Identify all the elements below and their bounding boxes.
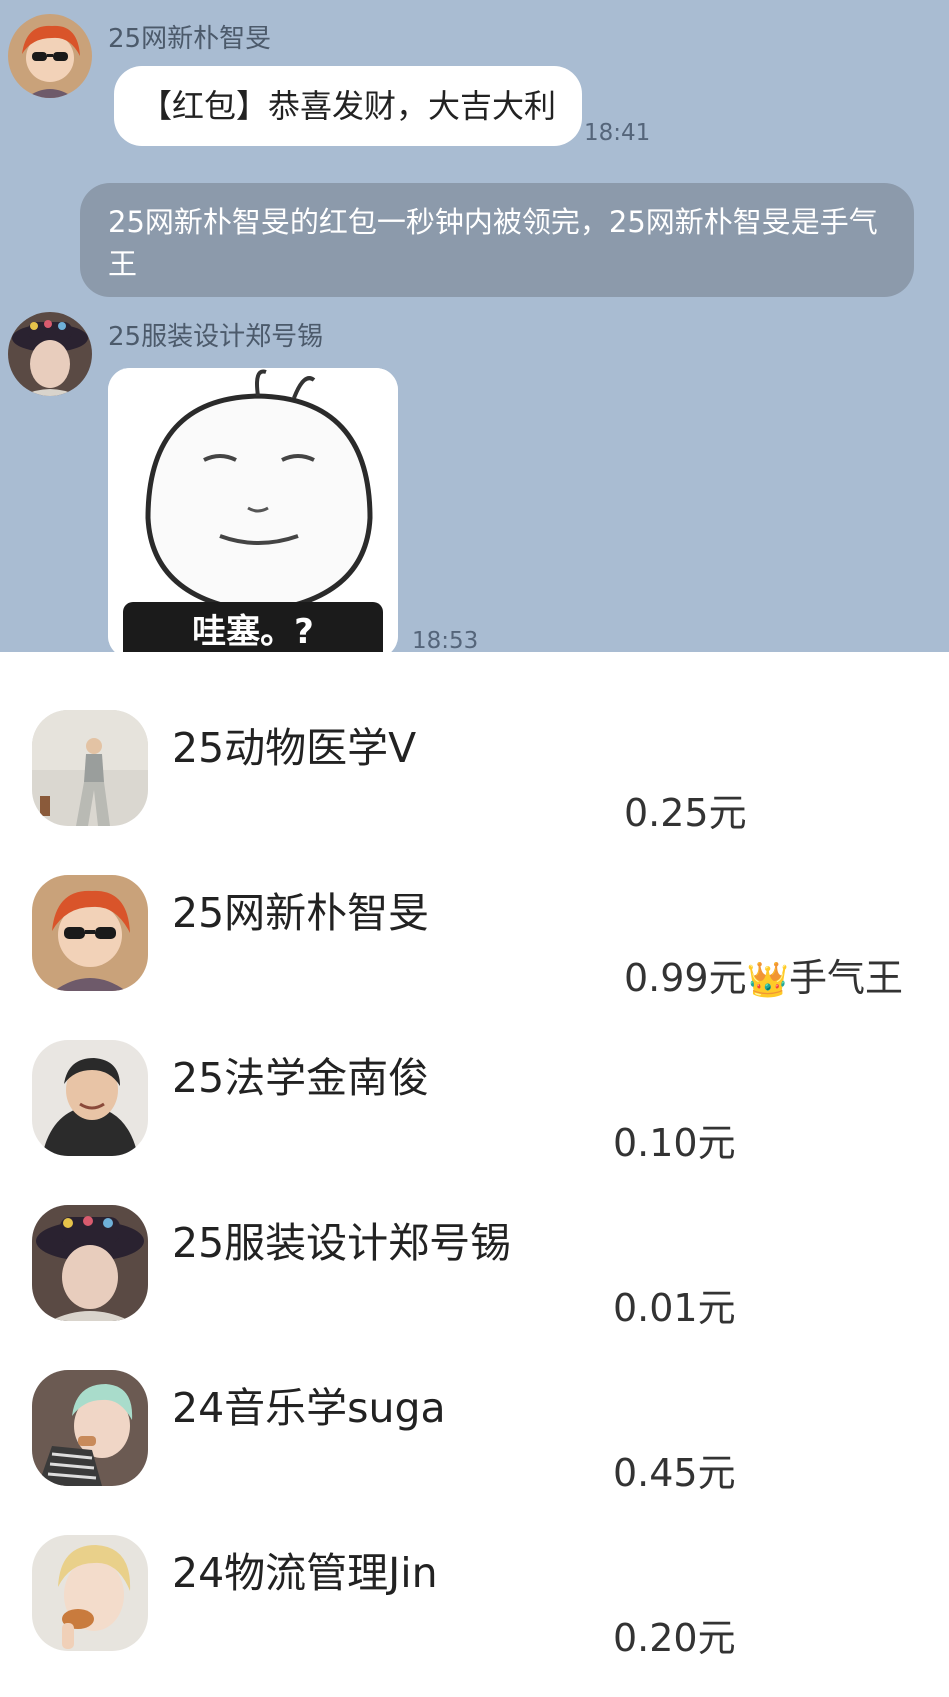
list-item[interactable]: 24音乐学suga 0.45元 xyxy=(0,1312,949,1495)
chat-area: 25网新朴智旻 【红包】恭喜发财，大吉大利 18:41 25网新朴智旻的红包一秒… xyxy=(0,0,949,652)
message-time: 18:41 xyxy=(584,120,651,146)
sticker-caption: 哇塞。? xyxy=(123,602,383,652)
avatar-smiling-hoodie xyxy=(32,1040,148,1156)
avatar-blond-eating xyxy=(32,1535,148,1651)
list-item[interactable]: 25动物医学V 0.25元 xyxy=(0,652,949,835)
avatar xyxy=(32,1370,148,1486)
receiver-name: 25网新朴智旻 xyxy=(172,889,430,937)
avatar xyxy=(32,1205,148,1321)
message-sender: 25网新朴智旻 xyxy=(108,24,272,54)
list-item[interactable]: 25网新朴智旻 0.99元👑手气王 xyxy=(0,817,949,1000)
list-item[interactable]: 24物流管理Jin 0.20元 xyxy=(0,1477,949,1660)
avatar xyxy=(32,875,148,991)
list-item[interactable]: 25服装设计郑号锡 0.01元 xyxy=(0,1147,949,1330)
avatar xyxy=(32,1040,148,1156)
receiver-name: 25动物医学V xyxy=(172,724,417,772)
receiver-amount: 0.20元 xyxy=(613,1607,736,1662)
avatar xyxy=(32,1535,148,1651)
avatar-hat-person xyxy=(32,1205,148,1321)
avatar-hat-person xyxy=(8,312,92,396)
avatar-mint-hair-eating xyxy=(32,1370,148,1486)
red-packet-receiver-list: 25动物医学V 0.25元 25网新朴智旻 0.99元👑手气王 25法学金南俊 … xyxy=(0,652,949,1697)
avatar-redhair-sunglasses xyxy=(32,875,148,991)
message-time: 18:53 xyxy=(412,628,479,652)
receiver-name: 24音乐学suga xyxy=(172,1384,446,1432)
system-message: 25网新朴智旻的红包一秒钟内被领完，25网新朴智旻是手气王 xyxy=(80,183,914,297)
sticker-image[interactable]: 哇塞。? xyxy=(108,368,398,652)
amount-value: 0.20元 xyxy=(613,1616,736,1660)
avatar-standing-person xyxy=(32,710,148,826)
avatar xyxy=(32,710,148,826)
receiver-name: 25服装设计郑号锡 xyxy=(172,1219,512,1267)
avatar-redhair-sunglasses xyxy=(8,14,92,98)
list-item[interactable]: 25法学金南俊 0.10元 xyxy=(0,982,949,1165)
receiver-name: 24物流管理Jin xyxy=(172,1549,438,1597)
receiver-name: 25法学金南俊 xyxy=(172,1054,430,1102)
red-packet-message[interactable]: 【红包】恭喜发财，大吉大利 xyxy=(114,66,583,146)
message-sender: 25服装设计郑号锡 xyxy=(108,322,324,352)
avatar[interactable] xyxy=(8,14,92,98)
avatar[interactable] xyxy=(8,312,92,396)
